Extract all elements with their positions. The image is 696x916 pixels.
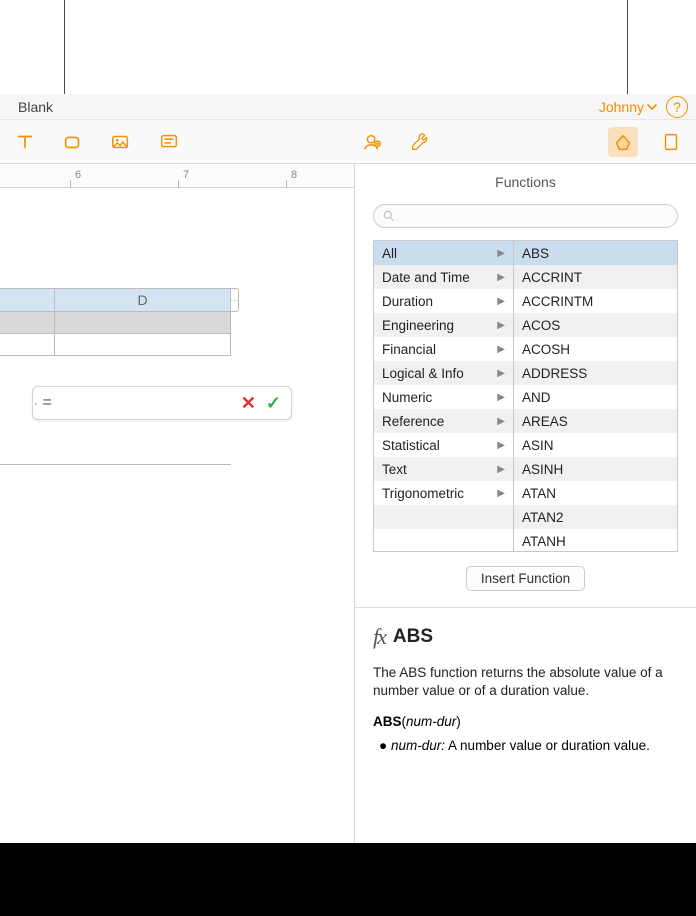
category-item[interactable]: All▶ [374, 241, 513, 265]
search-icon [382, 209, 396, 223]
functions-sidebar: Functions All▶Date and Time▶Duration▶Eng… [354, 164, 696, 844]
formula-editor[interactable]: ∙ = ✕ ✓ [32, 386, 292, 420]
category-item[interactable]: Numeric▶ [374, 385, 513, 409]
toolbar [0, 120, 696, 164]
function-search-input[interactable] [373, 204, 678, 228]
document-canvas[interactable]: 6 7 8 D ⋯ [0, 164, 354, 844]
category-item[interactable]: Logical & Info▶ [374, 361, 513, 385]
accept-formula-button[interactable]: ✓ [264, 393, 291, 414]
doc-title[interactable]: Blank [4, 99, 53, 115]
function-params: ●num-dur: A number value or duration val… [355, 737, 696, 755]
function-description: The ABS function returns the absolute va… [355, 664, 696, 714]
collaborator-menu-caret[interactable] [646, 101, 658, 113]
function-item[interactable]: ACOS [514, 313, 677, 337]
category-item[interactable]: Statistical▶ [374, 433, 513, 457]
document-panel-button[interactable] [656, 127, 686, 157]
format-panel-button[interactable] [608, 127, 638, 157]
cancel-formula-button[interactable]: ✕ [233, 393, 264, 414]
function-signature: ABS(num-dur) [355, 714, 696, 737]
collaborate-button[interactable] [357, 127, 387, 157]
spreadsheet-table[interactable]: D ⋯ [0, 288, 239, 356]
media-tool-button[interactable] [106, 127, 136, 157]
formula-input[interactable] [56, 387, 233, 419]
text-tool-button[interactable] [10, 127, 40, 157]
column-d-header[interactable]: D [55, 288, 231, 312]
category-item[interactable]: Engineering▶ [374, 313, 513, 337]
insert-function-button[interactable]: Insert Function [466, 566, 585, 591]
category-item[interactable]: Financial▶ [374, 337, 513, 361]
function-item[interactable]: ATAN2 [514, 505, 677, 529]
category-item[interactable]: Duration▶ [374, 289, 513, 313]
category-item[interactable]: Trigonometric▶ [374, 481, 513, 505]
collaborator-name[interactable]: Johnny [599, 99, 644, 115]
title-bar: Blank Johnny ? [0, 94, 696, 120]
ruler: 6 7 8 [0, 164, 354, 188]
function-item[interactable]: ACCRINTM [514, 289, 677, 313]
function-item[interactable]: AREAS [514, 409, 677, 433]
tools-button[interactable] [405, 127, 435, 157]
function-list[interactable]: ABSACCRINTACCRINTMACOSACOSHADDRESSANDARE… [514, 241, 677, 551]
fx-icon: fx [373, 624, 385, 650]
bottom-bar [0, 843, 696, 916]
comment-tool-button[interactable] [154, 127, 184, 157]
shape-tool-button[interactable] [58, 127, 88, 157]
function-name-heading: ABS [393, 626, 433, 648]
function-item[interactable]: ASIN [514, 433, 677, 457]
sidebar-title: Functions [355, 164, 696, 204]
category-item[interactable]: Date and Time▶ [374, 265, 513, 289]
function-item[interactable]: ASINH [514, 457, 677, 481]
column-add-handle[interactable]: ⋯ [231, 288, 239, 312]
help-button[interactable]: ? [666, 96, 688, 118]
category-item[interactable]: Reference▶ [374, 409, 513, 433]
category-list[interactable]: All▶Date and Time▶Duration▶Engineering▶F… [374, 241, 514, 551]
function-item[interactable]: ADDRESS [514, 361, 677, 385]
category-item[interactable]: Text▶ [374, 457, 513, 481]
function-item[interactable]: ATAN [514, 481, 677, 505]
equals-sign: = [38, 394, 55, 412]
function-item[interactable]: ABS [514, 241, 677, 265]
function-item[interactable]: ATANH [514, 529, 677, 551]
function-item[interactable]: ACOSH [514, 337, 677, 361]
function-item[interactable]: AND [514, 385, 677, 409]
function-item[interactable]: ACCRINT [514, 265, 677, 289]
